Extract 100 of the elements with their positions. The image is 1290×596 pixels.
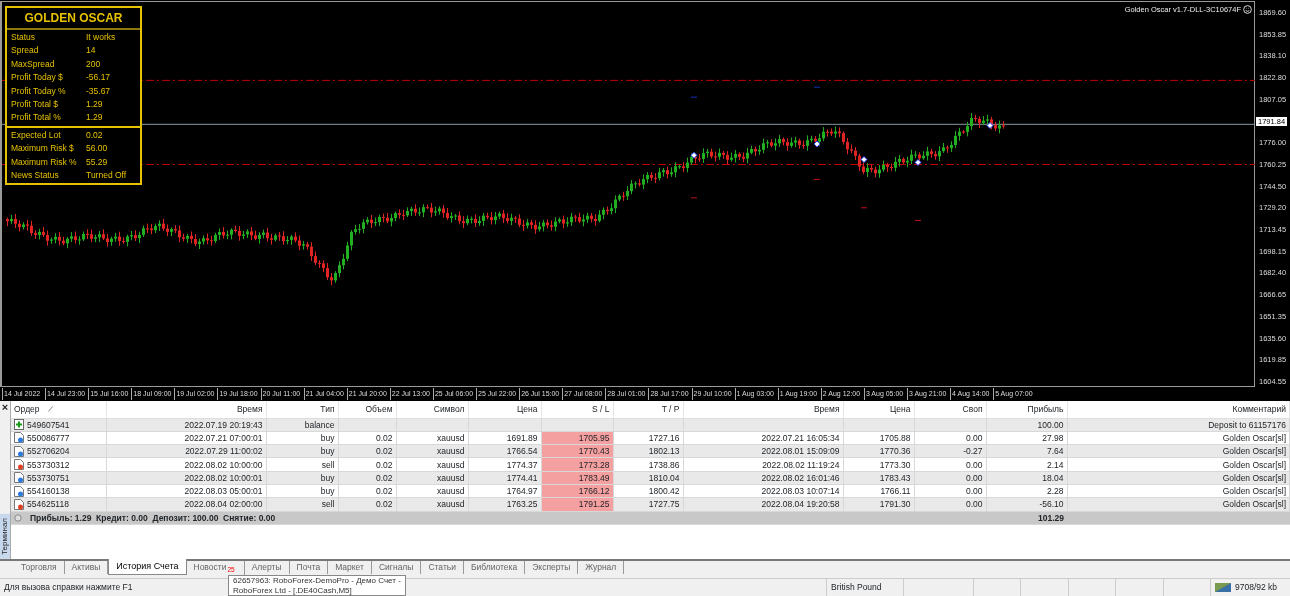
table-cell: 1764.97 — [468, 484, 541, 498]
info-value: 1.29 — [86, 111, 103, 125]
status-text: Для вызова справки нажмите F1 — [3, 581, 133, 594]
info-label: Maximum Risk $ — [11, 142, 75, 156]
sort-icon — [47, 406, 53, 413]
column-header[interactable]: Объем — [338, 401, 396, 418]
tab[interactable]: Библиотека — [464, 561, 526, 574]
order-number: 550086777 — [27, 431, 70, 444]
table-cell: xauusd — [396, 484, 468, 498]
document-icon — [14, 485, 24, 497]
info-value: -35.67 — [86, 84, 111, 98]
table-cell: 2022.08.03 05:00:01 — [106, 484, 266, 498]
column-header[interactable]: Прибыль — [986, 401, 1067, 418]
table-cell: xauusd — [396, 431, 468, 445]
table-cell: 1773.30 — [843, 457, 914, 472]
document-icon — [14, 459, 24, 471]
info-value: 14 — [86, 44, 96, 58]
order-number: 552706204 — [27, 445, 70, 458]
table-cell: 1800.42 — [613, 484, 683, 498]
table-cell: xauusd — [396, 457, 468, 472]
column-header[interactable]: Тип — [266, 401, 338, 418]
column-header[interactable]: Символ — [396, 401, 468, 418]
order-number: 553730312 — [27, 458, 70, 471]
table-cell: sell — [266, 457, 338, 472]
status-text: British Pound — [826, 579, 903, 596]
table-cell: 1738.86 — [613, 457, 683, 472]
deposit-icon — [14, 419, 24, 431]
table-cell: 2022.07.21 16:05:34 — [683, 431, 843, 445]
info-label: Status — [11, 31, 37, 44]
table-cell: 1766.11 — [843, 484, 914, 498]
column-header[interactable]: Время — [683, 401, 843, 418]
info-value: 55.29 — [86, 155, 108, 169]
column-header[interactable]: Ордер — [14, 402, 40, 416]
tab[interactable]: История Счета — [108, 559, 187, 575]
table-cell: 2.14 — [986, 457, 1067, 472]
table-cell: 27.98 — [986, 431, 1067, 445]
info-value: 56.00 — [86, 142, 108, 156]
table-cell: 1727.16 — [613, 431, 683, 445]
tab[interactable]: Торговля — [14, 561, 65, 574]
order-number: 553730751 — [27, 471, 70, 484]
column-header[interactable]: T / P — [613, 401, 683, 418]
info-value: 0.02 — [86, 128, 103, 142]
table-cell: 2022.08.03 10:07:14 — [683, 484, 843, 498]
column-header[interactable]: Своп — [914, 401, 986, 418]
table-cell: Golden Oscar[sl] — [1067, 484, 1290, 498]
tooltip-text: RoboForex Ltd - [.DE40Cash,M5] — [233, 585, 353, 595]
table-cell: 1774.37 — [468, 457, 541, 472]
table-cell: 0.00 — [914, 484, 986, 498]
info-value: -56.17 — [86, 71, 111, 85]
info-label: Profit Total $ — [11, 98, 60, 112]
document-icon — [14, 498, 24, 510]
panel-title: GOLDEN OSCAR — [7, 8, 140, 30]
column-header[interactable]: S / L — [541, 401, 613, 418]
connection-icon — [1215, 583, 1231, 592]
info-label: Spread — [11, 44, 40, 58]
document-icon — [14, 472, 24, 484]
info-value: 200 — [86, 57, 101, 71]
column-header[interactable]: Комментарий — [1067, 401, 1290, 418]
tab[interactable]: Журнал — [578, 561, 625, 574]
info-label: Profit Total % — [11, 111, 62, 125]
order-number: 554625118 — [27, 498, 69, 511]
info-value: Turned Off — [86, 169, 127, 183]
info-label: Profit Today % — [11, 84, 67, 98]
column-header[interactable]: Время — [106, 401, 266, 418]
order-number: 549607541 — [27, 418, 70, 431]
table-cell: 2022.08.02 11:19:24 — [683, 457, 843, 472]
tooltip-text: 62657963: RoboForex-DemoPro - Демо Счет - — [233, 576, 401, 586]
table-cell: Golden Oscar[sl] — [1067, 457, 1290, 472]
info-label: Expected Lot — [11, 128, 62, 142]
table-cell: Golden Oscar[sl] — [1067, 431, 1290, 445]
table-cell: 2022.08.02 10:00:00 — [106, 457, 266, 472]
tab[interactable]: Алерты — [244, 561, 290, 574]
column-header[interactable]: Цена — [468, 401, 541, 418]
terminal-tab[interactable]: Терминал — [0, 514, 10, 559]
tab[interactable]: Эксперты — [525, 561, 579, 574]
tab[interactable]: Маркет — [328, 561, 372, 574]
document-icon — [14, 432, 24, 444]
document-icon — [14, 445, 24, 457]
tab[interactable]: Статьи — [421, 561, 464, 574]
status-text: 9708/92 kb — [1235, 581, 1278, 594]
table-cell: 0.00 — [914, 457, 986, 472]
table-cell: 2022.07.21 07:00:01 — [106, 431, 266, 445]
close-button[interactable]: × — [1, 401, 9, 413]
table-cell: 0.00 — [914, 431, 986, 445]
tab[interactable]: Сигналы — [371, 561, 422, 574]
table-cell: buy — [266, 484, 338, 498]
table-cell: buy — [266, 431, 338, 445]
table-cell: 1705.88 — [843, 431, 914, 445]
info-label: Profit Today $ — [11, 71, 64, 85]
info-label: Maximum Risk % — [11, 155, 78, 169]
smiley-icon — [1243, 5, 1252, 15]
info-label: MaxSpread — [11, 57, 56, 71]
column-header[interactable]: Цена — [843, 401, 914, 418]
tab[interactable]: Почта — [289, 561, 329, 574]
table-cell: 0.02 — [338, 484, 396, 498]
table-cell: 1691.89 — [468, 431, 541, 445]
table-cell: 0.02 — [338, 431, 396, 445]
order-number: 554160138 — [27, 485, 70, 498]
summary-text: Прибыль: 1.29 Кредит: 0.00 Депозит: 100.00 Снятие: 0.00 — [30, 511, 276, 524]
info-label: News Status — [11, 169, 60, 183]
